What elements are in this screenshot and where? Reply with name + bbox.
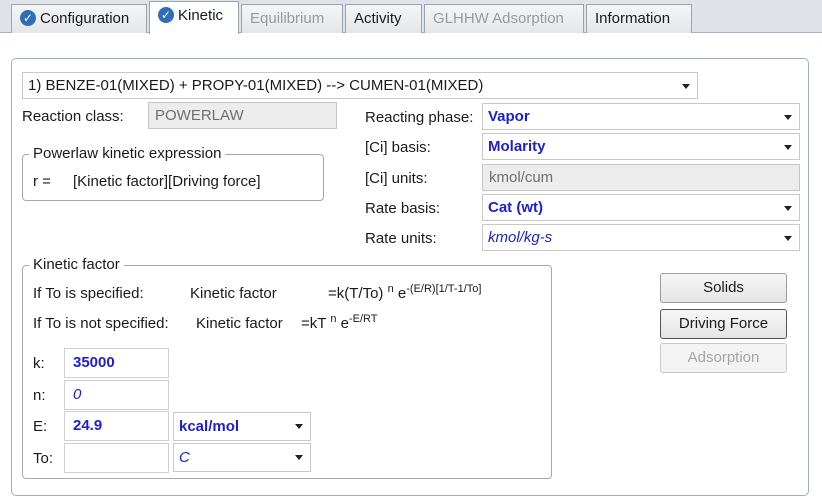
formula2-expression: =kT n e-E/RT (301, 310, 378, 333)
tab-label: Activity (354, 10, 402, 27)
formula1-e: e (397, 285, 407, 302)
tab-activity[interactable]: Activity (345, 4, 422, 33)
param-to-input[interactable] (64, 443, 169, 473)
tab-label: GLHHW Adsorption (433, 10, 564, 27)
rate-basis-select[interactable]: Cat (wt) (482, 194, 800, 221)
adsorption-button[interactable]: Adsorption (660, 343, 787, 373)
param-e-label: E: (33, 418, 48, 435)
rate-basis-label: Rate basis: (365, 200, 441, 217)
tab-label: Configuration (40, 10, 130, 27)
chevron-down-icon (784, 115, 792, 120)
param-to-unit-select[interactable]: C (173, 443, 311, 472)
param-to-label: To: (33, 450, 54, 467)
formula2-n: n (330, 313, 337, 325)
tab-label: Kinetic (178, 7, 224, 24)
formula1-base: =k(T/To) (328, 285, 384, 302)
chevron-down-icon (682, 84, 690, 89)
reacting-phase-label: Reacting phase: (365, 109, 474, 126)
powerlaw-group-title: Powerlaw kinetic expression (29, 145, 226, 163)
formula1-expression: =k(T/To) n e-(E/R)[1/T-1/To] (328, 280, 481, 303)
tab-information[interactable]: Information (586, 4, 692, 33)
param-e-unit-value: kcal/mol (179, 418, 240, 435)
param-e-input[interactable]: 24.9 (64, 411, 169, 441)
reaction-select[interactable]: 1) BENZE-01(MIXED) + PROPY-01(MIXED) -->… (22, 72, 698, 99)
ci-units-field: kmol/cum (482, 164, 800, 191)
rate-units-label: Rate units: (365, 230, 437, 247)
formula2-name: Kinetic factor (196, 315, 283, 332)
tab-label: Information (595, 10, 671, 27)
ci-units-label: [Ci] units: (365, 170, 428, 187)
check-circle-icon: ✓ (158, 6, 174, 23)
driving-force-button[interactable]: Driving Force (660, 309, 787, 339)
param-k-label: k: (33, 355, 45, 372)
formula1-n: n (387, 283, 394, 295)
formula2-base: =kT (301, 315, 327, 332)
chevron-down-icon (784, 236, 792, 241)
chevron-down-icon (784, 206, 792, 211)
formula1-exponent: -(E/R)[1/T-1/To] (406, 283, 482, 295)
powerlaw-lhs: r = (33, 173, 51, 190)
rate-basis-value: Cat (wt) (488, 199, 543, 216)
ci-basis-select[interactable]: Molarity (482, 133, 800, 160)
formula2-condition: If To is not specified: (33, 315, 169, 332)
powerlaw-rhs: [Kinetic factor][Driving force] (73, 173, 261, 190)
reaction-class-field: POWERLAW (148, 102, 337, 129)
param-n-label: n: (33, 387, 46, 404)
tab-label: Equilibrium (250, 10, 325, 27)
formula1-name: Kinetic factor (190, 285, 277, 302)
chevron-down-icon (295, 455, 303, 460)
param-k-input[interactable]: 35000 (64, 348, 169, 378)
check-circle-icon: ✓ (20, 9, 36, 26)
ci-basis-label: [Ci] basis: (365, 139, 431, 156)
rate-units-select[interactable]: kmol/kg-s (482, 224, 800, 251)
reaction-select-value: 1) BENZE-01(MIXED) + PROPY-01(MIXED) -->… (28, 77, 484, 94)
tab-configuration[interactable]: ✓ Configuration (11, 4, 147, 33)
ci-basis-value: Molarity (488, 138, 546, 155)
solids-button[interactable]: Solids (660, 273, 787, 303)
tab-kinetic[interactable]: ✓ Kinetic (149, 1, 239, 34)
tab-strip: ✓ Configuration ✓ Kinetic Equilibrium Acti… (0, 0, 822, 34)
tab-equilibrium[interactable]: Equilibrium (241, 4, 343, 33)
param-n-input[interactable]: 0 (64, 380, 169, 410)
param-e-unit-select[interactable]: kcal/mol (173, 412, 311, 441)
formula1-condition: If To is specified: (33, 285, 144, 302)
kinetic-factor-group-title: Kinetic factor (29, 256, 124, 274)
tab-glhhw-adsorption[interactable]: GLHHW Adsorption (424, 4, 584, 33)
reacting-phase-select[interactable]: Vapor (482, 103, 800, 130)
chevron-down-icon (295, 424, 303, 429)
formula2-e: e (340, 315, 349, 332)
chevron-down-icon (784, 145, 792, 150)
param-to-unit-value: C (179, 449, 190, 466)
formula2-exponent: -E/RT (348, 313, 378, 325)
rate-units-value: kmol/kg-s (488, 229, 553, 246)
reacting-phase-value: Vapor (488, 108, 530, 125)
reaction-class-label: Reaction class: (22, 108, 124, 125)
